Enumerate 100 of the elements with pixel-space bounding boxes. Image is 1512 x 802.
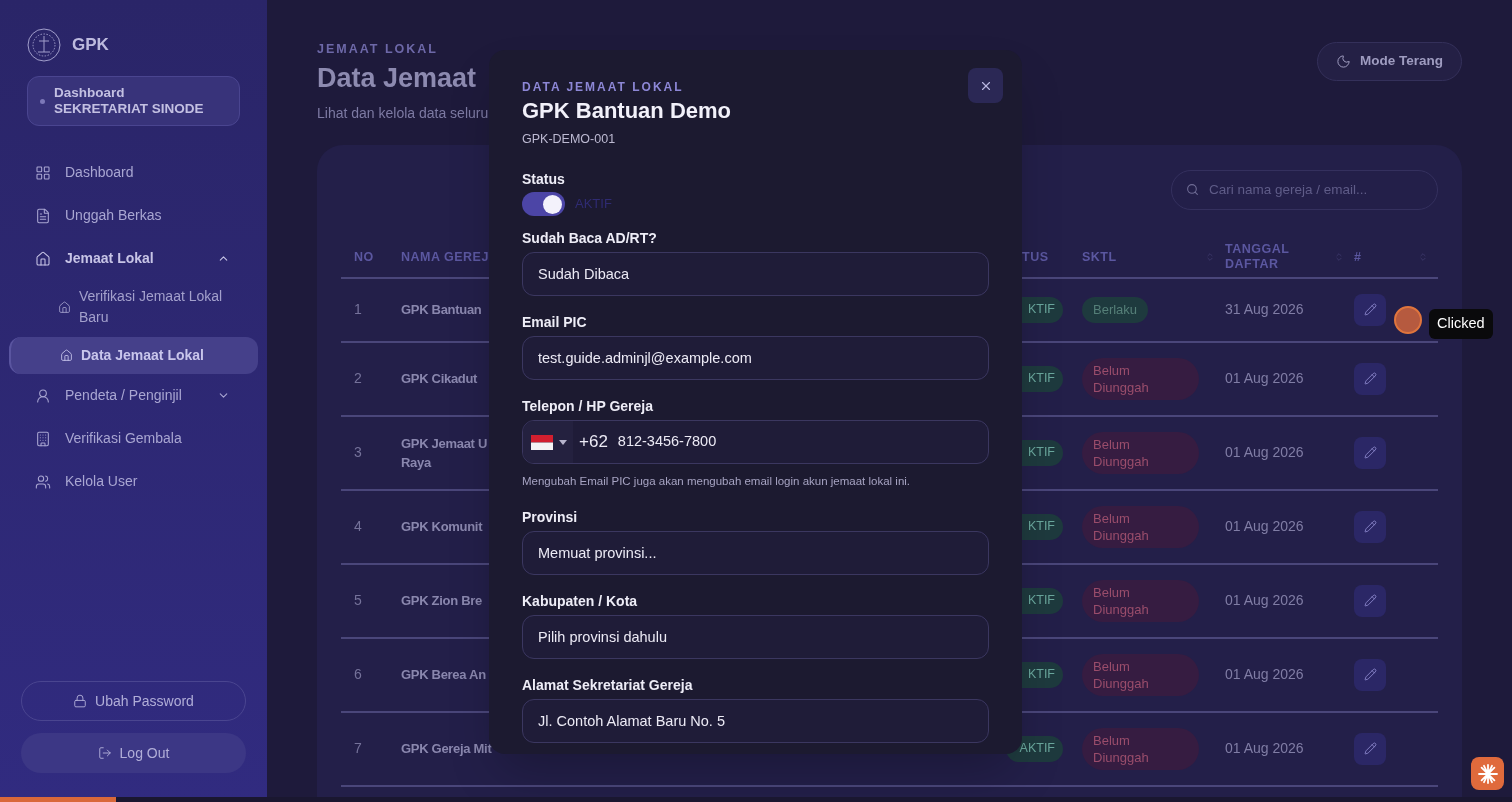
status-toggle[interactable] <box>522 192 565 216</box>
table-cell-text: 7 <box>353 739 363 759</box>
nav-icon <box>35 387 51 404</box>
church-name: GPK Cikadut <box>401 370 478 389</box>
nav-icon <box>35 473 51 490</box>
sidebar-subitem[interactable]: Data Jemaat Lokal <box>9 337 258 374</box>
moon-icon <box>1336 54 1351 69</box>
church-name: GPK Komunit <box>401 518 483 537</box>
text-field[interactable]: Pilih provinsi dahulu <box>522 615 989 659</box>
pencil-icon <box>1363 372 1377 386</box>
caret-icon <box>559 439 567 445</box>
phone-input[interactable]: 812-3456-7800 <box>617 431 988 453</box>
modal-title: GPK Bantuan Demo <box>522 98 732 124</box>
role-title: Dashboard <box>54 85 126 101</box>
field-label: Telepon / HP Gereja <box>522 398 653 414</box>
page-title: Data Jemaat <box>317 61 478 95</box>
table-cell-text: 5 <box>353 591 363 611</box>
table-cell-text: 2 <box>353 369 363 389</box>
edit-button[interactable] <box>1354 658 1386 691</box>
sparkle-icon <box>1476 762 1499 785</box>
text-field[interactable]: test.guide.adminjl@example.com <box>522 336 989 380</box>
edit-button[interactable] <box>1354 436 1386 469</box>
table-cell-text: 3 <box>353 443 363 463</box>
table-cell-text: 01 Aug 2026 <box>1225 443 1305 463</box>
sidebar-subitem[interactable]: Verifikasi Jemaat Lokal Baru <box>18 280 249 334</box>
nav-icon <box>35 250 51 267</box>
sidebar-item[interactable]: Jemaat Lokal <box>18 237 249 280</box>
tooltip: Clicked <box>1429 309 1493 339</box>
field-label: Status <box>522 171 565 187</box>
modal-eyebrow: DATA JEMAAT LOKAL <box>522 80 684 94</box>
lock-icon <box>73 694 88 708</box>
nav-icon <box>35 164 51 181</box>
table-cell-text: 4 <box>353 517 363 537</box>
edit-button[interactable] <box>1354 510 1386 543</box>
text-field[interactable]: Sudah Dibaca <box>522 252 989 296</box>
close-button[interactable] <box>968 68 1003 103</box>
pencil-icon <box>1363 668 1377 682</box>
field-label: Alamat Sekretariat Gereja <box>522 677 693 693</box>
sktl-badge: Belum Diunggah <box>1082 579 1199 622</box>
pencil-icon <box>1363 742 1377 756</box>
sidebar-item[interactable]: Dashboard <box>18 151 249 194</box>
church-name: Raya <box>401 453 431 472</box>
table-cell-text: 01 Aug 2026 <box>1225 591 1305 611</box>
sidebar-item[interactable]: Kelola User <box>18 460 249 503</box>
sktl-badge: Belum Diunggah <box>1082 653 1199 696</box>
page-eyebrow: JEMAAT LOKAL <box>317 41 439 58</box>
table-cell-text: 1 <box>353 300 363 320</box>
table-cell-text: 6 <box>353 665 363 685</box>
sidebar-item[interactable]: Verifikasi Gembala <box>18 417 249 460</box>
toggle-label: AKTIF <box>575 195 612 214</box>
theme-toggle-button[interactable]: Mode Terang <box>1317 42 1462 81</box>
house-icon <box>58 300 71 314</box>
church-name: GPK Jemaat U <box>401 434 487 453</box>
search-input[interactable]: Cari nama gereja / email... <box>1209 179 1423 200</box>
church-name: GPK Bantuan <box>401 301 482 320</box>
sktl-badge: Berlaku <box>1082 296 1149 323</box>
table-cell-text: 01 Aug 2026 <box>1225 665 1305 685</box>
logout-button[interactable]: Log Out <box>21 733 246 773</box>
sidebar-item[interactable]: Unggah Berkas <box>18 194 249 237</box>
field-label: Sudah Baca AD/RT? <box>522 230 657 246</box>
logout-icon <box>97 746 112 760</box>
flag-icon <box>531 434 553 450</box>
field-label: Email PIC <box>522 314 587 330</box>
pencil-icon <box>1363 594 1377 608</box>
country-selector[interactable] <box>523 421 573 463</box>
pencil-icon <box>1363 303 1377 317</box>
edit-button[interactable] <box>1354 732 1386 765</box>
dial-code: +62 <box>579 431 608 454</box>
nav-icon <box>35 207 51 224</box>
logo-emblem <box>27 28 61 62</box>
text-field[interactable]: Memuat provinsi... <box>522 531 989 575</box>
pencil-icon <box>1363 446 1377 460</box>
assistant-button[interactable] <box>1471 757 1504 790</box>
sidebar-item[interactable]: Pendeta / Penginjil <box>18 374 249 417</box>
field-label: Kabupaten / Kota <box>522 593 638 609</box>
page-subtitle: Lihat dan kelola data seluru <box>317 103 489 123</box>
brand-name: GPK <box>72 34 109 57</box>
role-subtitle: SEKRETARIAT SINODE <box>54 101 204 117</box>
table-cell-text: 31 Aug 2026 <box>1225 300 1305 320</box>
sktl-badge: Belum Diunggah <box>1082 505 1199 548</box>
table-cell-text: 01 Aug 2026 <box>1225 369 1305 389</box>
house-icon <box>60 349 73 362</box>
search-icon <box>1186 183 1199 197</box>
sktl-badge: Belum Diunggah <box>1082 431 1199 474</box>
church-name: GPK Zion Bre <box>401 592 482 611</box>
table-cell-text: 01 Aug 2026 <box>1225 517 1305 537</box>
phone-field[interactable]: +62 812-3456-7800 <box>522 420 989 464</box>
field-label: Provinsi <box>522 509 578 525</box>
sktl-badge: Belum Diunggah <box>1082 727 1199 770</box>
field-hint: Mengubah Email PIC juga akan mengubah email login akun jemaat lokal ini. <box>522 474 911 488</box>
text-field[interactable]: Jl. Contoh Alamat Baru No. 5 <box>522 699 989 743</box>
edit-button[interactable] <box>1354 362 1386 395</box>
nav-icon <box>35 430 51 447</box>
sktl-badge: Belum Diunggah <box>1082 357 1199 400</box>
church-name: GPK Gereja Mit <box>401 740 492 759</box>
church-name: GPK Berea An <box>401 666 486 685</box>
edit-button[interactable] <box>1354 293 1386 326</box>
edit-button[interactable] <box>1354 584 1386 617</box>
record-code: GPK-DEMO-001 <box>522 132 616 147</box>
table-cell-text: 01 Aug 2026 <box>1225 739 1305 759</box>
